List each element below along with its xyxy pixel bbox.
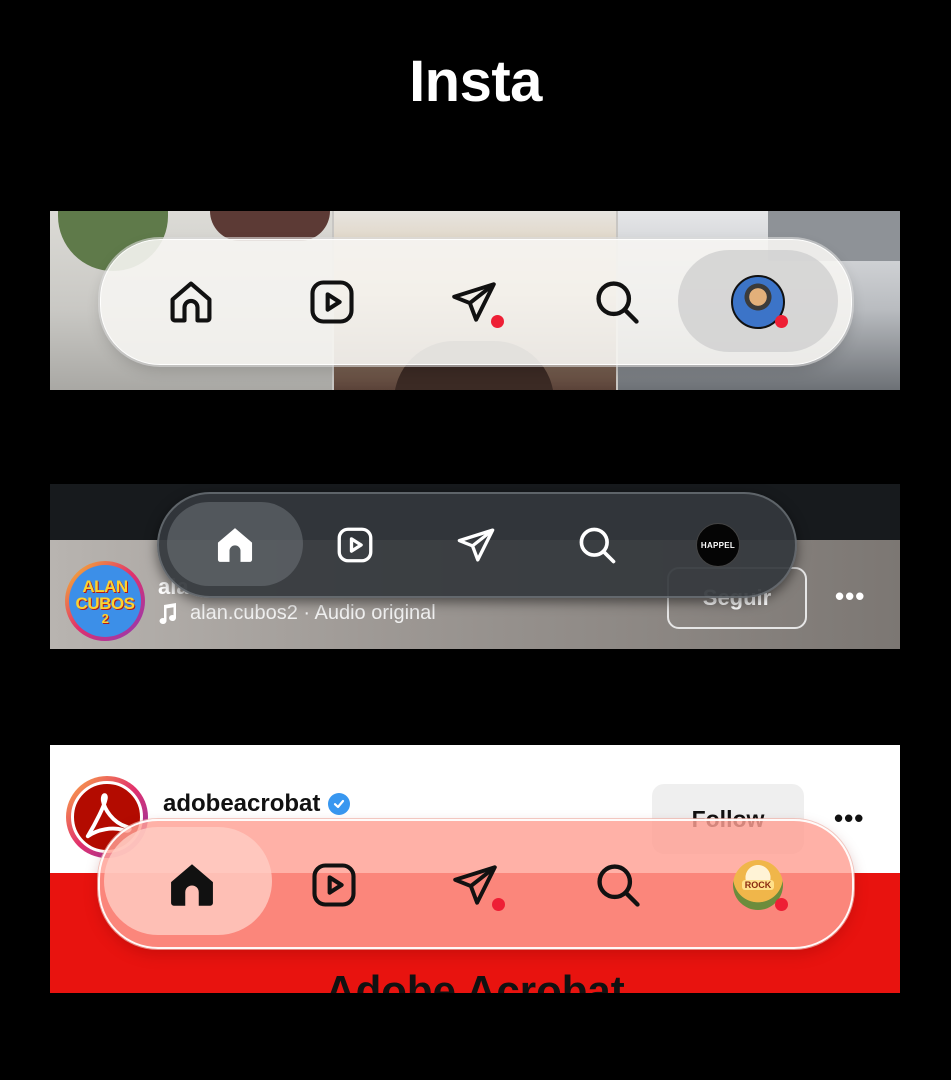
reel-avatar[interactable]: ALAN CUBOS 2 xyxy=(65,561,145,641)
tab-reels[interactable] xyxy=(332,522,378,568)
post-headline: Adobe Acrobat xyxy=(325,967,625,993)
search-icon xyxy=(597,864,640,907)
tab-bar: HAPPEL xyxy=(157,492,797,598)
more-options-button[interactable]: ••• xyxy=(835,581,865,612)
preview-dark-glass: ALAN CUBOS 2 ala alan.cubos2 · Audio ori… xyxy=(50,484,900,649)
tab-home[interactable] xyxy=(212,522,258,568)
preview-light-glass xyxy=(50,211,900,390)
tab-home[interactable] xyxy=(162,855,222,915)
tab-profile[interactable] xyxy=(728,272,788,332)
reels-icon xyxy=(337,527,373,563)
tab-direct[interactable] xyxy=(453,522,499,568)
tab-profile[interactable]: HAPPEL xyxy=(693,520,743,570)
tab-reels[interactable] xyxy=(302,272,362,332)
tab-search[interactable] xyxy=(587,272,647,332)
verified-badge-icon xyxy=(328,793,351,815)
post-username-row[interactable]: adobeacrobat xyxy=(163,790,351,818)
profile-avatar: HAPPEL xyxy=(696,523,740,567)
home-icon xyxy=(170,281,212,323)
profile-avatar-text: ROCK xyxy=(741,880,775,890)
dm-unread-dot xyxy=(492,898,505,911)
tab-search[interactable] xyxy=(574,522,620,568)
dm-unread-dot xyxy=(491,315,504,328)
profile-unread-dot xyxy=(775,898,788,911)
search-icon xyxy=(596,281,639,324)
profile-avatar-text: HAPPEL xyxy=(700,540,736,550)
page-title: Insta xyxy=(409,49,542,114)
reel-avatar-text-num: 2 xyxy=(101,610,109,626)
post-username: adobeacrobat xyxy=(163,790,321,817)
tab-home[interactable] xyxy=(161,272,221,332)
reel-audio-label: alan.cubos2 · Audio original xyxy=(190,602,436,624)
home-icon xyxy=(217,528,253,562)
reel-avatar-text-top: ALAN xyxy=(82,576,128,596)
direct-message-icon xyxy=(457,528,495,562)
tab-bar: ROCK xyxy=(98,819,854,949)
tab-direct[interactable] xyxy=(445,855,505,915)
tab-direct[interactable] xyxy=(444,272,504,332)
reel-audio[interactable]: alan.cubos2 · Audio original xyxy=(158,602,436,625)
home-icon xyxy=(171,864,213,906)
tab-bar xyxy=(100,239,852,365)
search-icon xyxy=(579,527,616,564)
tab-profile[interactable]: ROCK xyxy=(728,855,788,915)
tab-search[interactable] xyxy=(588,855,648,915)
reels-icon xyxy=(312,863,356,907)
music-note-icon xyxy=(159,602,176,624)
reels-icon xyxy=(310,280,354,324)
more-options-button[interactable]: ••• xyxy=(834,803,864,834)
tab-reels[interactable] xyxy=(304,855,364,915)
profile-unread-dot xyxy=(775,315,788,328)
reel-avatar-text-bottom: CUBOS xyxy=(75,593,135,613)
preview-tinted-glass: Adobe Acrobat adobeacrobat Follow ••• xyxy=(50,745,900,993)
